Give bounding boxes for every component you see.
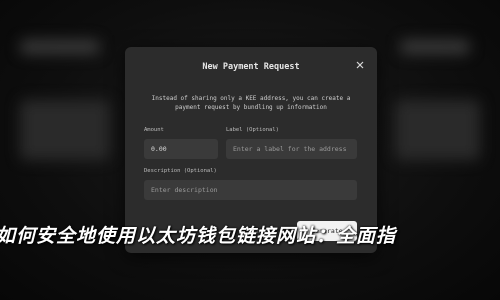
app-window: New Payment Request Instead of sharing o… (0, 0, 500, 300)
blurred-panel-right (395, 100, 480, 160)
amount-field[interactable]: 0.00 (144, 139, 218, 159)
overlay-headline: 如何安全地使用以太坊钱包链接网站：全面指 (0, 225, 397, 247)
blurred-header-right (400, 40, 470, 54)
description-field-label: Description (Optional) (144, 168, 217, 174)
description-field[interactable]: Enter description (144, 180, 357, 200)
dialog-title: New Payment Request (202, 62, 300, 72)
dialog-description: Instead of sharing only a KEE address, y… (151, 95, 351, 111)
blurred-panel-left (20, 100, 110, 160)
label-field[interactable]: Enter a label for the address (226, 139, 357, 159)
amount-label: Amount (144, 127, 164, 133)
blurred-header-left (20, 40, 100, 54)
close-icon[interactable] (355, 60, 365, 70)
label-field-label: Label (Optional) (226, 127, 279, 133)
